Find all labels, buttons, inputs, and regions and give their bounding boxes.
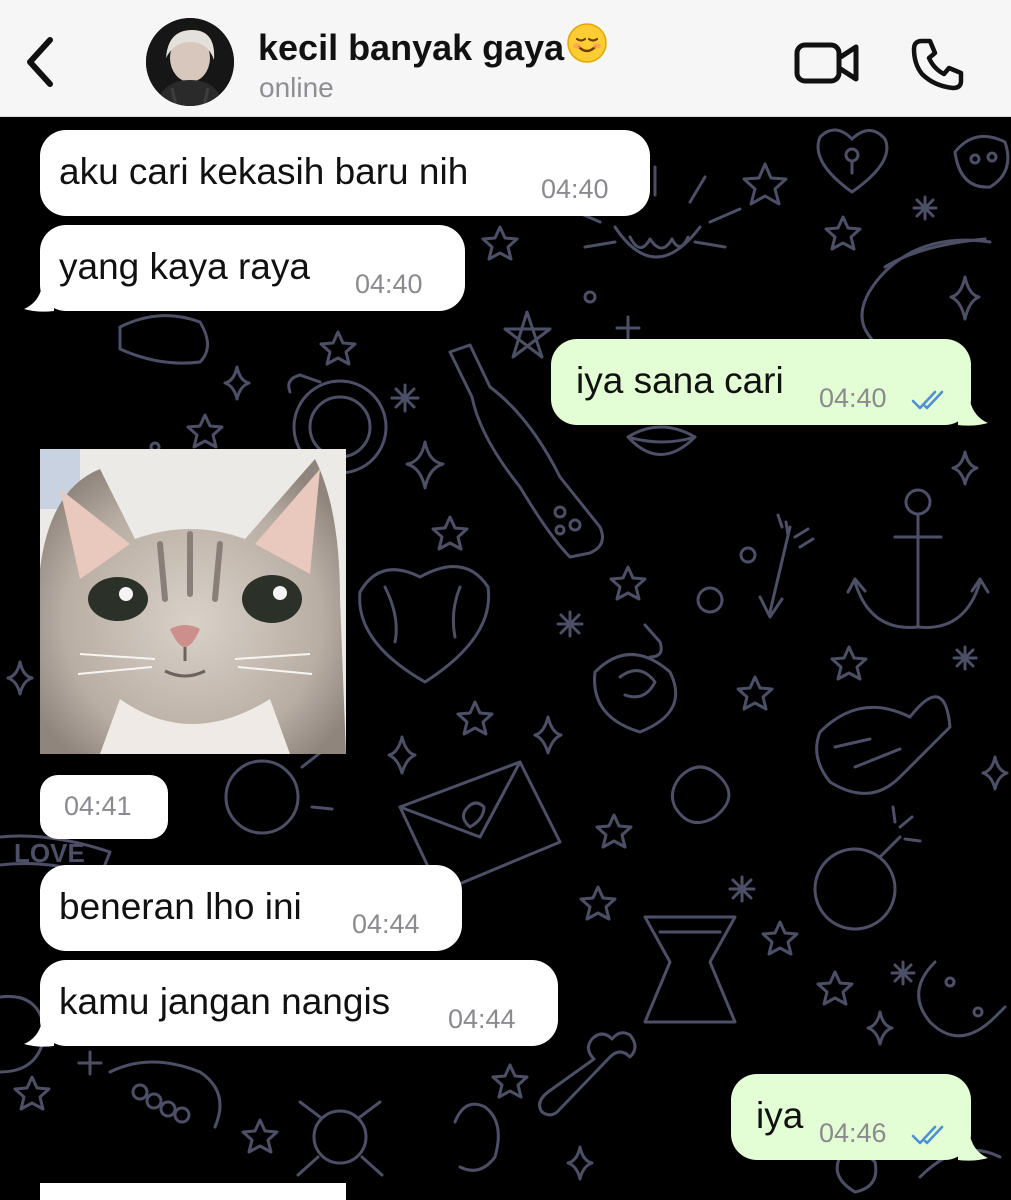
message-bubble[interactable]: iya sana cari 04:40 [551, 339, 971, 425]
message-time: 04:40 [355, 269, 423, 299]
bubble-tail [958, 1136, 988, 1161]
double-check-icon [911, 1125, 944, 1145]
voice-call-button[interactable] [910, 36, 966, 92]
message-text: iya [756, 1095, 804, 1136]
message-text: iya sana cari [576, 360, 784, 401]
chat-screen: kecil banyak gaya online LOVE aku cari k… [0, 0, 1011, 1200]
partial-message-bubble[interactable] [40, 1183, 346, 1200]
avatar-image [146, 18, 234, 106]
message-time: 04:44 [352, 909, 420, 939]
message-bubble[interactable]: aku cari kekasih baru nih 04:40 [40, 130, 650, 216]
message-bubble[interactable]: kamu jangan nangis 04:44 [40, 960, 558, 1046]
message-time: 04:46 [819, 1118, 887, 1148]
svg-text:LOVE: LOVE [14, 838, 85, 868]
smiling-face-icon [567, 23, 607, 63]
double-check-icon [911, 390, 944, 410]
chat-header: kecil banyak gaya online [0, 0, 1011, 117]
message-text: kamu jangan nangis [59, 981, 391, 1022]
contact-name: kecil banyak gaya [258, 27, 565, 68]
gray-kitten-photo [40, 449, 346, 754]
message-time: 04:41 [64, 791, 132, 821]
message-text: aku cari kekasih baru nih [59, 151, 469, 192]
message-text: yang kaya raya [59, 246, 310, 287]
message-text: beneran lho ini [59, 886, 302, 927]
bubble-tail [958, 401, 988, 426]
contact-name-row[interactable]: kecil banyak gaya [258, 22, 608, 69]
image-timestamp[interactable]: 04:41 [40, 775, 168, 839]
bubble-tail [24, 1022, 54, 1047]
bubble-tail [24, 287, 54, 312]
message-bubble[interactable]: yang kaya raya 04:40 [40, 225, 465, 311]
message-time: 04:44 [448, 1004, 516, 1034]
chevron-left-icon [27, 37, 53, 87]
message-time: 04:40 [819, 383, 887, 413]
phone-icon [911, 38, 964, 91]
image-message[interactable] [40, 449, 346, 754]
avatar[interactable] [146, 18, 234, 106]
video-camera-icon [794, 42, 859, 84]
message-bubble[interactable]: iya 04:46 [731, 1074, 971, 1160]
message-time: 04:40 [541, 174, 609, 204]
video-call-button[interactable] [794, 40, 860, 86]
back-button[interactable] [18, 32, 62, 92]
message-list[interactable]: LOVE aku cari kekasih baru nih 04:40 yan… [0, 117, 1011, 1200]
contact-status: online [259, 72, 334, 103]
message-bubble[interactable]: beneran lho ini 04:44 [40, 865, 462, 951]
